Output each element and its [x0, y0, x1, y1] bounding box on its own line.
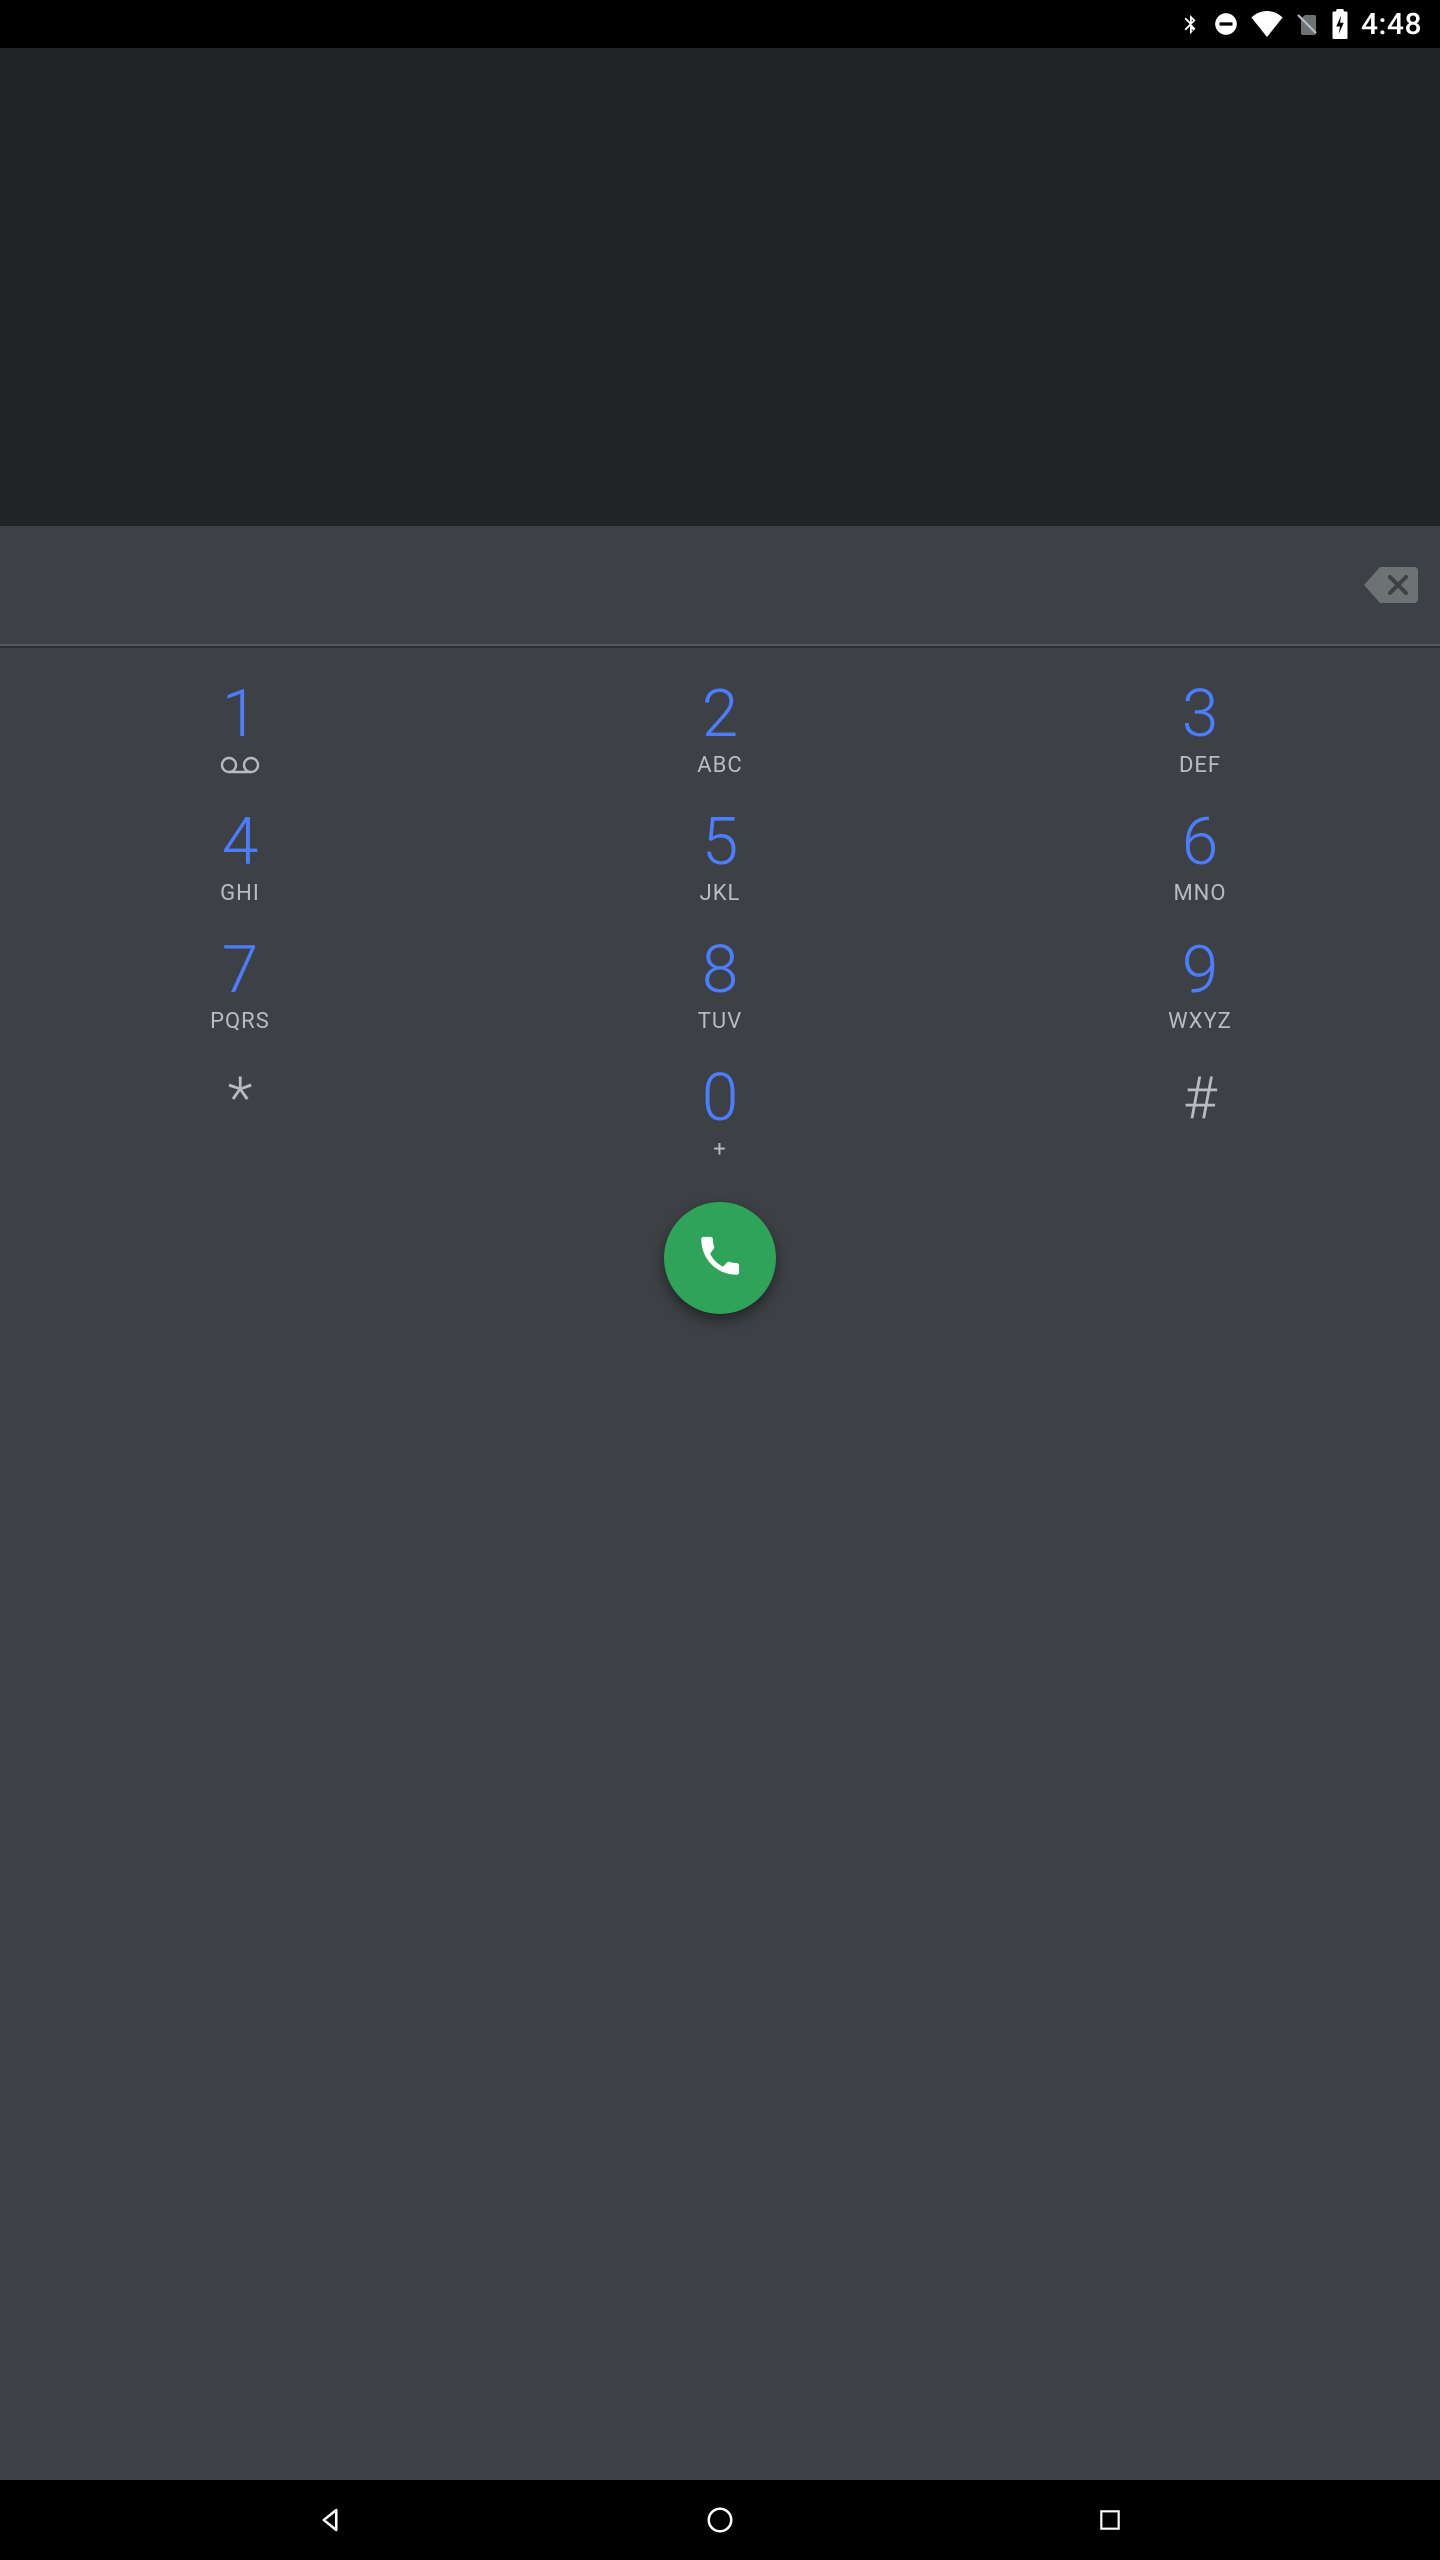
key-8[interactable]: 8 TUV — [480, 922, 960, 1050]
key-6[interactable]: 6 MNO — [960, 794, 1440, 922]
key-letters: TUV — [698, 1008, 742, 1034]
key-letters: WXYZ — [1168, 1008, 1232, 1034]
key-star[interactable]: * — [0, 1050, 480, 1178]
wifi-icon — [1251, 11, 1283, 37]
key-4[interactable]: 4 GHI — [0, 794, 480, 922]
battery-charging-icon — [1331, 9, 1349, 39]
do-not-disturb-icon — [1213, 11, 1239, 37]
key-2[interactable]: 2 ABC — [480, 666, 960, 794]
key-letters: GHI — [220, 880, 260, 906]
nav-home-button[interactable] — [660, 2490, 780, 2550]
key-digit: 6 — [1182, 810, 1219, 876]
key-digit: 8 — [702, 938, 739, 1004]
key-letters: ABC — [697, 752, 742, 778]
status-bar: 4:48 — [0, 0, 1440, 48]
status-time: 4:48 — [1361, 7, 1422, 42]
key-digit: * — [228, 1070, 253, 1128]
dialer-app: 1 2 ABC 3 DEF 4 GHI 5 J — [0, 48, 1440, 2480]
key-digit: 7 — [222, 938, 259, 1004]
number-entry-bar — [0, 526, 1440, 646]
nav-recent-button[interactable] — [1050, 2490, 1170, 2550]
backspace-button[interactable] — [1362, 563, 1420, 607]
contacts-background — [0, 48, 1440, 526]
nav-back-button[interactable] — [270, 2490, 390, 2550]
key-letters: + — [713, 1136, 726, 1162]
voicemail-icon — [220, 752, 260, 778]
dialpad-grid: 1 2 ABC 3 DEF 4 GHI 5 J — [0, 666, 1440, 1178]
call-row — [0, 1178, 1440, 2480]
key-digit: 5 — [702, 810, 739, 876]
key-letters: DEF — [1179, 752, 1221, 778]
key-letters: PQRS — [210, 1008, 270, 1034]
key-0[interactable]: 0 + — [480, 1050, 960, 1178]
key-digit: 3 — [1182, 682, 1219, 748]
key-letters: MNO — [1173, 880, 1226, 906]
key-3[interactable]: 3 DEF — [960, 666, 1440, 794]
key-digit: 1 — [222, 682, 259, 748]
key-digit: # — [1183, 1070, 1217, 1128]
call-button[interactable] — [664, 1202, 776, 1314]
key-digit: 0 — [702, 1066, 739, 1132]
key-1[interactable]: 1 — [0, 666, 480, 794]
key-7[interactable]: 7 PQRS — [0, 922, 480, 1050]
bluetooth-icon — [1179, 9, 1201, 39]
key-digit: 9 — [1182, 938, 1219, 1004]
key-9[interactable]: 9 WXYZ — [960, 922, 1440, 1050]
key-pound[interactable]: # — [960, 1050, 1440, 1178]
dialpad: 1 2 ABC 3 DEF 4 GHI 5 J — [0, 648, 1440, 2480]
navigation-bar — [0, 2480, 1440, 2560]
key-digit: 2 — [702, 682, 739, 748]
key-digit: 4 — [222, 810, 259, 876]
key-letters: JKL — [700, 880, 741, 906]
no-sim-icon — [1295, 9, 1319, 39]
phone-icon — [698, 1234, 742, 1282]
key-5[interactable]: 5 JKL — [480, 794, 960, 922]
